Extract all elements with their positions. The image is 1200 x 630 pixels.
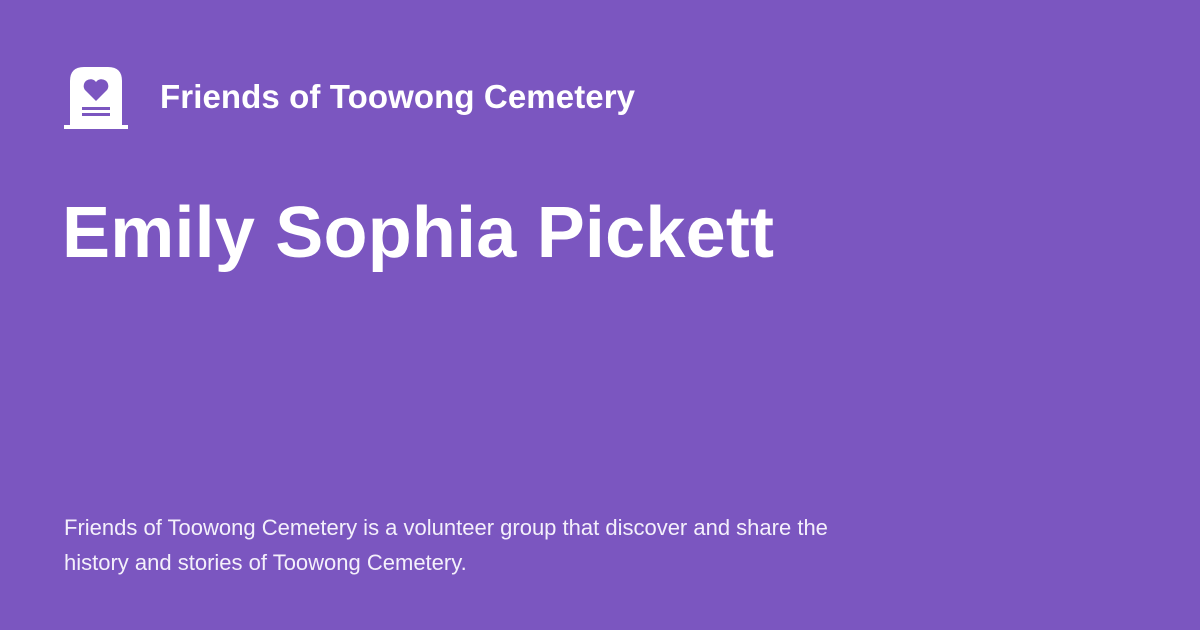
tombstone-heart-icon bbox=[64, 67, 128, 129]
share-card: Friends of Toowong Cemetery Emily Sophia… bbox=[0, 0, 1200, 630]
page-title: Emily Sophia Pickett bbox=[62, 193, 775, 273]
site-header: Friends of Toowong Cemetery bbox=[64, 63, 635, 129]
organization-name: Friends of Toowong Cemetery bbox=[160, 77, 636, 115]
site-description: Friends of Toowong Cemetery is a volunte… bbox=[64, 515, 828, 575]
